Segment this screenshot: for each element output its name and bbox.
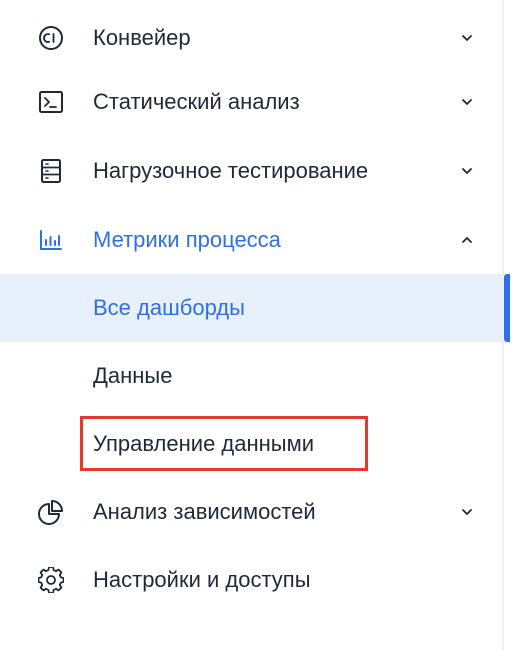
- sidebar-item-label: Метрики процесса: [93, 227, 281, 252]
- chevron-down-icon[interactable]: [459, 30, 475, 46]
- bar-chart-icon: [38, 227, 64, 253]
- sidebar-item-pipeline[interactable]: Конвейер: [0, 8, 504, 68]
- ci-circle-icon: [38, 25, 64, 51]
- sidebar-item-load-testing[interactable]: Нагрузочное тестирование: [0, 141, 504, 201]
- sidebar-item-label: Статический анализ: [93, 89, 300, 114]
- chevron-down-icon[interactable]: [459, 94, 475, 110]
- sidebar-subitem-data[interactable]: Данные: [0, 342, 504, 410]
- sidebar-item-static-analysis[interactable]: Статический анализ: [0, 72, 504, 132]
- gear-icon: [38, 567, 64, 593]
- chevron-up-icon[interactable]: [459, 232, 475, 248]
- chevron-down-icon[interactable]: [459, 504, 475, 520]
- sidebar-item-dependency-analysis[interactable]: Анализ зависимостей: [0, 482, 504, 542]
- server-stack-icon: [38, 158, 64, 184]
- sidebar-item-process-metrics[interactable]: Метрики процесса: [0, 210, 504, 270]
- sidebar-subitem-label: Управление данными: [93, 431, 315, 456]
- terminal-icon: [38, 89, 64, 115]
- sidebar-item-settings-access[interactable]: Настройки и доступы: [0, 550, 504, 610]
- sidebar-subitem-label: Все дашборды: [93, 295, 245, 320]
- sidebar-item-label: Нагрузочное тестирование: [93, 158, 369, 183]
- sidebar-divider: [502, 0, 504, 650]
- sidebar-item-label: Анализ зависимостей: [93, 499, 316, 524]
- sidebar-nav: Конвейер Статический анализ Нагрузочное …: [0, 0, 510, 650]
- sidebar-subitem-data-management[interactable]: Управление данными: [0, 410, 504, 478]
- sidebar-item-label: Конвейер: [93, 25, 191, 50]
- sidebar-subitem-all-dashboards[interactable]: Все дашборды: [0, 274, 510, 342]
- chevron-down-icon[interactable]: [459, 163, 475, 179]
- sidebar-item-label: Настройки и доступы: [93, 567, 311, 592]
- sidebar-subitem-label: Данные: [93, 363, 173, 388]
- active-indicator: [504, 274, 510, 342]
- pie-chart-icon: [38, 499, 64, 525]
